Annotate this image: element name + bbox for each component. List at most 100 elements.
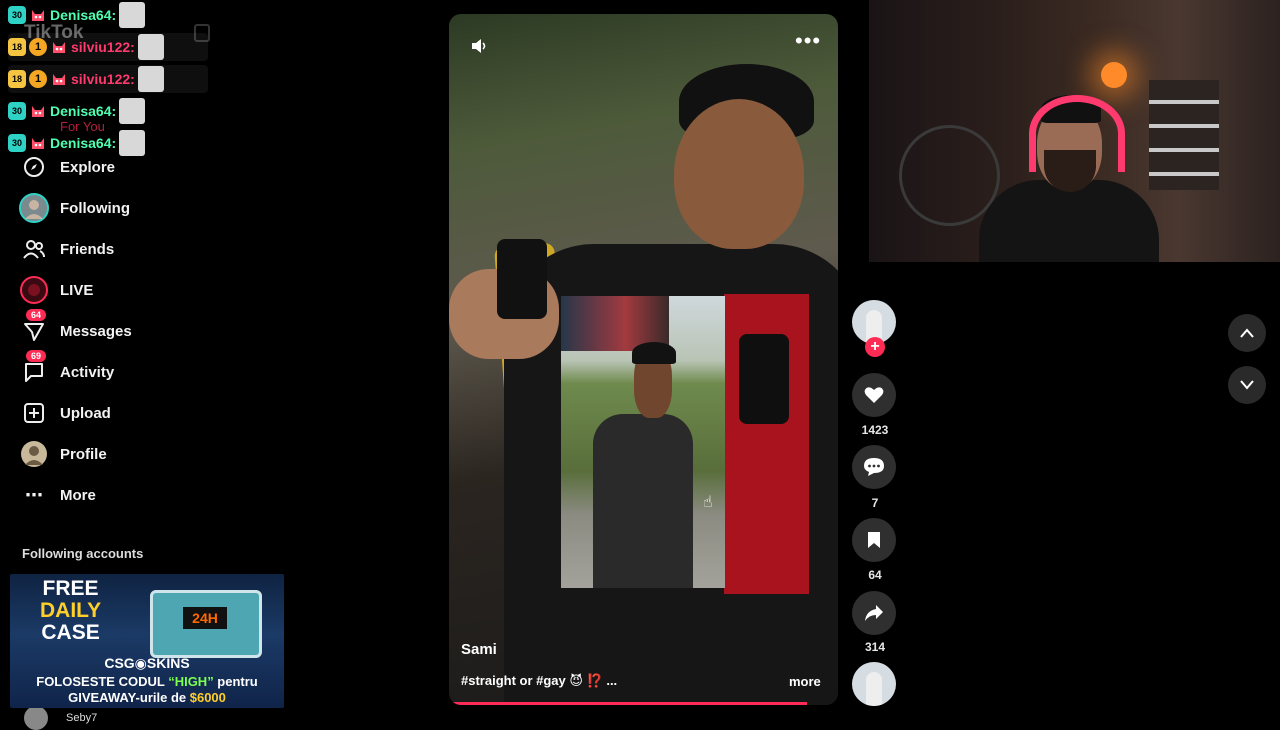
ad-promo-text2: pentru: [213, 674, 258, 689]
sponsor-banner: FREE DAILY CASE 24H CSG◉SKINS FOLOSESTE …: [10, 574, 284, 708]
nav-explore-label: Explore: [60, 158, 116, 176]
upload-icon: [18, 397, 50, 429]
ad-promo-code: “HIGH”: [168, 674, 214, 689]
save-count: 64: [868, 568, 882, 582]
subscriber-badge: 30: [8, 102, 26, 120]
bookmark-icon: [868, 532, 880, 548]
ad-promo-amount: $6000: [189, 690, 226, 705]
nav-live[interactable]: LIVE: [18, 274, 93, 306]
avatar: [24, 706, 48, 730]
ad-headline: FREE DAILY CASE: [40, 578, 101, 644]
hand-cursor-icon: ☝: [703, 494, 713, 511]
age-badge: 18: [8, 70, 26, 88]
chat-username: Denisa64:: [50, 7, 117, 23]
like-button[interactable]: [852, 373, 896, 417]
ad-promo-text: FOLOSESTE CODUL: [36, 674, 169, 689]
video-scene: [674, 99, 804, 249]
friends-icon: [18, 233, 50, 265]
webcam-scene: [1101, 62, 1127, 88]
subscriber-badge: 30: [8, 134, 26, 152]
webcam-scene: [899, 125, 1000, 226]
previous-video-button[interactable]: [1228, 314, 1266, 352]
nav-profile[interactable]: Profile: [18, 438, 107, 470]
more-options-icon[interactable]: •••: [795, 30, 820, 58]
ad-headline-line1: FREE: [42, 577, 99, 600]
avatar: [866, 672, 882, 706]
nav-live-label: LIVE: [60, 281, 94, 299]
demon-icon: [29, 134, 47, 152]
chat-username: Denisa64:: [50, 103, 117, 119]
chat-message: 30 Denisa64:: [8, 97, 146, 125]
emote-image: [137, 34, 164, 60]
caption-more-link[interactable]: more: [789, 674, 821, 689]
demon-icon: [50, 70, 68, 88]
emote-image: [119, 2, 146, 28]
activity-icon: 69: [18, 350, 50, 388]
nav-following[interactable]: Following: [18, 192, 130, 224]
level-badge: 1: [29, 70, 47, 88]
music-disc-avatar[interactable]: [852, 662, 896, 706]
nav-upload-label: Upload: [60, 404, 111, 422]
subscriber-badge: 30: [8, 6, 26, 24]
nav-friends[interactable]: Friends: [18, 233, 114, 265]
speaker-icon: [472, 39, 486, 53]
like-count: 1423: [861, 423, 889, 437]
emote-image: [119, 130, 146, 156]
chevron-down-icon: [1240, 380, 1254, 390]
next-video-button[interactable]: [1228, 366, 1266, 404]
level-badge: 1: [29, 38, 47, 56]
video-player[interactable]: ☝ ••• Sami #straight or #gay 😈 ⁉️ ... mo…: [449, 14, 838, 705]
ad-promo-text3: GIVEAWAY-urile de: [68, 690, 190, 705]
share-button[interactable]: [852, 591, 896, 635]
inset-person: [632, 342, 676, 364]
case-chest-image: 24H: [150, 590, 262, 658]
nav-profile-label: Profile: [60, 445, 107, 463]
following-account-item[interactable]: Seby7: [24, 706, 97, 730]
video-scene: [739, 334, 789, 424]
nav-messages-label: Messages: [60, 322, 132, 340]
emote-image: [137, 66, 164, 92]
live-icon: [18, 274, 50, 306]
demon-icon: [29, 102, 47, 120]
chat-username: Denisa64:: [50, 135, 117, 151]
following-avatar-icon: [18, 192, 50, 224]
ad-headline-line3: CASE: [41, 621, 100, 644]
follow-button[interactable]: +: [865, 337, 885, 357]
chat-message: 18 1 silviu122:: [8, 65, 208, 93]
ad-brand: CSG◉SKINS: [104, 655, 190, 671]
heart-icon: [864, 387, 884, 403]
chat-message: 30 Denisa64:: [8, 1, 146, 29]
following-accounts-title: Following accounts: [22, 546, 144, 561]
nav-activity-label: Activity: [60, 363, 115, 381]
volume-button[interactable]: [467, 34, 491, 58]
ad-promo-line1: FOLOSESTE CODUL “HIGH” pentru: [10, 674, 284, 689]
nav-upload[interactable]: Upload: [18, 397, 111, 429]
video-progress-bar[interactable]: [449, 702, 807, 705]
webcam-scene: [1149, 80, 1219, 190]
emote-image: [119, 98, 146, 124]
video-author[interactable]: Sami: [461, 641, 497, 658]
age-badge: 18: [8, 38, 26, 56]
more-dots-icon: ⋯: [25, 484, 43, 505]
chevron-up-icon: [1240, 328, 1254, 338]
nav-activity[interactable]: 69 Activity: [18, 350, 115, 388]
webcam-overlay: [869, 0, 1280, 262]
nav-messages[interactable]: 64 Messages: [18, 309, 132, 347]
ad-promo-line2: GIVEAWAY-urile de $6000: [10, 690, 284, 705]
comment-count: 7: [871, 496, 879, 510]
video-scene: [497, 239, 547, 319]
nav-more[interactable]: ⋯ More: [18, 479, 96, 511]
video-caption: #straight or #gay 😈 ⁉️ ...: [461, 673, 618, 688]
send-icon: 64: [18, 309, 50, 347]
ad-headline-line2: DAILY: [40, 599, 102, 622]
inset-person: [593, 414, 693, 588]
profile-avatar-icon: [18, 438, 50, 470]
save-button[interactable]: [852, 518, 896, 562]
share-count: 314: [864, 640, 886, 654]
messages-badge: 64: [26, 309, 47, 321]
headphones-icon: [1029, 95, 1125, 172]
comment-button[interactable]: [852, 445, 896, 489]
chat-username: silviu122:: [71, 39, 135, 55]
chat-username: silviu122:: [71, 71, 135, 87]
chat-message: 30 Denisa64:: [8, 129, 146, 157]
